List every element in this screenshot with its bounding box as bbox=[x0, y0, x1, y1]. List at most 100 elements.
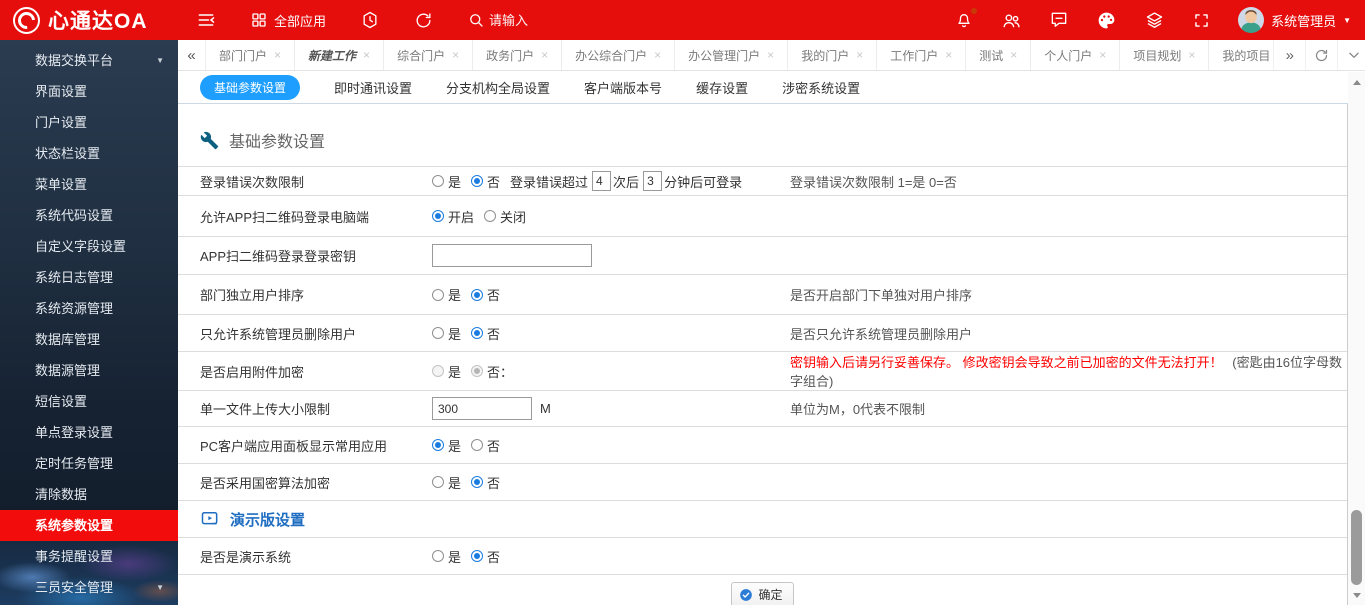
field-hint: 单位为M，0代表不限制 bbox=[790, 402, 926, 417]
sidebar-item-portal-settings[interactable]: 门户设置 bbox=[0, 107, 178, 138]
close-icon[interactable]: × bbox=[856, 49, 863, 61]
field-label: 是否启用附件加密 bbox=[200, 364, 305, 380]
qr-login-key-input[interactable] bbox=[432, 244, 592, 267]
scroll-up-icon[interactable] bbox=[1348, 74, 1365, 90]
settings-form: 登录错误次数限制 是 否 登录错误超过 次后 分钟后可登录 登录错误次数限制 1… bbox=[178, 166, 1347, 575]
radio-yes[interactable] bbox=[432, 327, 444, 339]
messages-icon[interactable] bbox=[1049, 10, 1069, 30]
radio-no[interactable] bbox=[471, 175, 484, 187]
global-search[interactable] bbox=[467, 11, 554, 29]
sidebar-item-three-member-security[interactable]: 三员安全管理 ▼ bbox=[0, 572, 178, 603]
radio-no[interactable] bbox=[471, 288, 484, 301]
subtab-client-version[interactable]: 客户端版本号 bbox=[584, 78, 662, 97]
confirm-button[interactable]: 确定 bbox=[731, 582, 794, 605]
radio-yes[interactable] bbox=[432, 476, 444, 488]
tab-personal-portal[interactable]: 个人门户 × bbox=[1031, 40, 1121, 70]
tab-project-planning[interactable]: 项目规划 × bbox=[1120, 40, 1210, 70]
sidebar-item-custom-fields[interactable]: 自定义字段设置 bbox=[0, 231, 178, 262]
close-icon[interactable]: × bbox=[654, 49, 661, 61]
field-hint: 密钥输入后请另行妥善保存。 修改密钥会导致之前已加密的文件无法打开！ (密匙由1… bbox=[790, 355, 1343, 389]
radio-no[interactable] bbox=[471, 327, 484, 339]
tab-menu-chevron-icon[interactable] bbox=[1337, 40, 1365, 70]
tab-new-work[interactable]: 新建工作 × bbox=[295, 40, 385, 70]
radio-yes[interactable] bbox=[432, 550, 444, 562]
close-icon[interactable]: × bbox=[767, 49, 774, 61]
form-row-dept-user-sort: 部门独立用户排序 是 否 是否开启部门下单独对用户排序 bbox=[178, 275, 1347, 315]
sidebar-item-statusbar-settings[interactable]: 状态栏设置 bbox=[0, 138, 178, 169]
tab-gov-portal[interactable]: 政务门户 × bbox=[473, 40, 563, 70]
contacts-icon[interactable] bbox=[1001, 10, 1022, 31]
sidebar-item-sms-settings[interactable]: 短信设置 bbox=[0, 386, 178, 417]
scroll-tabs-right-icon[interactable]: » bbox=[1273, 40, 1305, 70]
scroll-down-icon[interactable] bbox=[1348, 587, 1365, 603]
check-circle-icon bbox=[740, 588, 753, 601]
radio-no[interactable] bbox=[471, 476, 484, 488]
login-attempts-input[interactable] bbox=[592, 171, 612, 191]
notification-dot bbox=[971, 8, 978, 14]
fullscreen-icon[interactable] bbox=[1192, 11, 1211, 30]
layers-icon[interactable] bbox=[1144, 10, 1165, 31]
close-icon[interactable]: × bbox=[274, 49, 281, 61]
all-apps-label: 全部应用 bbox=[274, 13, 327, 29]
close-icon[interactable]: × bbox=[945, 49, 952, 61]
sidebar-item-system-logs[interactable]: 系统日志管理 bbox=[0, 262, 178, 293]
sidebar-item-sso-settings[interactable]: 单点登录设置 bbox=[0, 417, 178, 448]
subtab-cache-settings[interactable]: 缓存设置 bbox=[696, 78, 748, 97]
user-menu[interactable]: 系统管理员 ▼ bbox=[1238, 7, 1351, 33]
subtab-classified-system[interactable]: 涉密系统设置 bbox=[782, 78, 860, 97]
sidebar-item-data-exchange[interactable]: 数据交换平台 ▼ bbox=[0, 45, 178, 76]
close-icon[interactable]: × bbox=[1099, 49, 1106, 61]
radio-yes[interactable] bbox=[432, 439, 444, 451]
close-icon[interactable]: × bbox=[1188, 49, 1195, 61]
all-apps-button[interactable]: 全部应用 bbox=[250, 11, 326, 30]
sidebar-item-scheduled-tasks[interactable]: 定时任务管理 bbox=[0, 448, 178, 479]
refresh-tab-icon[interactable] bbox=[1305, 40, 1337, 70]
radio-no[interactable] bbox=[471, 439, 484, 451]
subtab-basic-params[interactable]: 基础参数设置 bbox=[200, 74, 301, 100]
close-icon[interactable]: × bbox=[1010, 49, 1017, 61]
tab-test[interactable]: 测试 × bbox=[966, 40, 1032, 70]
sidebar-item-task-reminder[interactable]: 事务提醒设置 bbox=[0, 541, 178, 572]
search-input[interactable] bbox=[489, 12, 554, 28]
field-label: 是否是演示系统 bbox=[200, 549, 292, 565]
tab-office-general-portal[interactable]: 办公综合门户 × bbox=[562, 40, 676, 70]
tab-my-projects[interactable]: 我的项目 bbox=[1209, 40, 1273, 70]
notifications-bell-icon[interactable] bbox=[954, 8, 978, 30]
tab-work-portal[interactable]: 工作门户 × bbox=[877, 40, 967, 70]
sidebar-item-system-resources[interactable]: 系统资源管理 bbox=[0, 293, 178, 324]
sidebar-item-datasource-mgmt[interactable]: 数据源管理 bbox=[0, 355, 178, 386]
sidebar-item-database-mgmt[interactable]: 数据库管理 bbox=[0, 324, 178, 355]
subtab-im-settings[interactable]: 即时通讯设置 bbox=[334, 78, 412, 97]
radio-enable[interactable] bbox=[432, 210, 444, 222]
sidebar-item-interface-settings[interactable]: 界面设置 bbox=[0, 76, 178, 107]
tab-my-portal[interactable]: 我的门户 × bbox=[788, 40, 878, 70]
tab-general-portal[interactable]: 综合门户 × bbox=[384, 40, 474, 70]
subtab-bar: 基础参数设置 即时通讯设置 分支机构全局设置 客户端版本号 缓存设置 涉密系统设… bbox=[178, 71, 1348, 104]
vertical-scrollbar[interactable] bbox=[1348, 72, 1365, 605]
sidebar-item-clear-data[interactable]: 清除数据 bbox=[0, 479, 178, 510]
close-icon[interactable]: × bbox=[541, 49, 548, 61]
logo-icon bbox=[13, 6, 40, 34]
collapse-sidebar-icon[interactable] bbox=[196, 10, 216, 30]
sidebar-item-system-code[interactable]: 系统代码设置 bbox=[0, 200, 178, 231]
sidebar-item-system-params[interactable]: 系统参数设置 bbox=[0, 510, 178, 541]
avatar bbox=[1238, 7, 1265, 33]
scroll-tabs-left-icon[interactable]: « bbox=[178, 40, 206, 70]
sidebar-item-menu-settings[interactable]: 菜单设置 bbox=[0, 169, 178, 200]
subtab-branch-global[interactable]: 分支机构全局设置 bbox=[446, 78, 550, 97]
refresh-icon[interactable] bbox=[414, 11, 433, 30]
close-icon[interactable]: × bbox=[452, 49, 459, 61]
close-icon[interactable]: × bbox=[363, 49, 370, 61]
theme-palette-icon[interactable] bbox=[1096, 10, 1117, 31]
upload-size-input[interactable] bbox=[432, 397, 532, 420]
scrollbar-thumb[interactable] bbox=[1351, 510, 1362, 585]
login-lock-minutes-input[interactable] bbox=[643, 171, 663, 191]
tab-dept-portal[interactable]: 部门门户 × bbox=[206, 40, 296, 70]
radio-yes[interactable] bbox=[432, 288, 444, 301]
radio-no[interactable] bbox=[471, 550, 484, 562]
field-label: APP扫二维码登录登录密钥 bbox=[200, 249, 357, 264]
radio-disable[interactable] bbox=[484, 210, 497, 222]
tab-office-mgmt-portal[interactable]: 办公管理门户 × bbox=[675, 40, 789, 70]
attendance-clock-icon[interactable] bbox=[360, 10, 380, 30]
radio-yes[interactable] bbox=[432, 175, 444, 187]
